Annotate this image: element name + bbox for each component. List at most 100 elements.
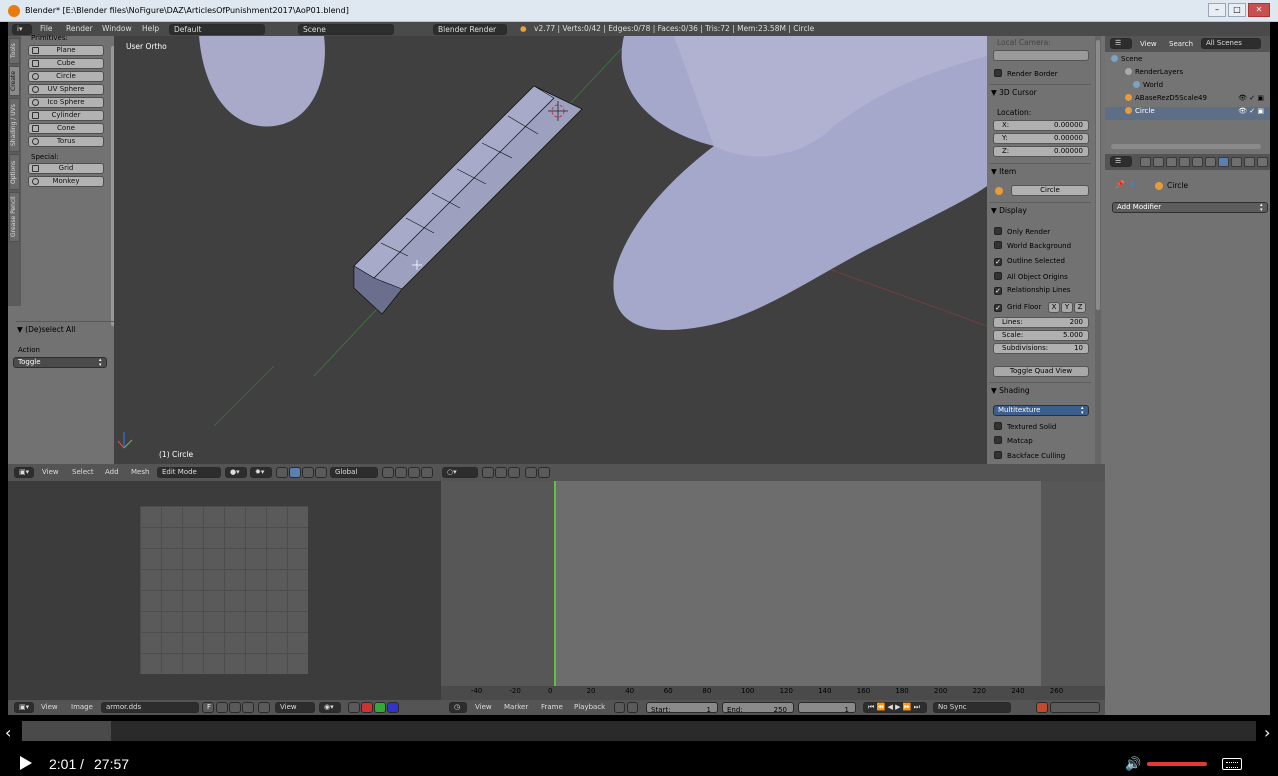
world-background-checkbox[interactable]: World Background bbox=[994, 241, 1071, 250]
volume-icon[interactable]: 🔊 bbox=[1125, 757, 1141, 772]
texture-tab-icon[interactable] bbox=[1257, 157, 1268, 167]
snap-target-icon[interactable] bbox=[508, 467, 520, 478]
viewport-menu-select[interactable]: Select bbox=[72, 468, 94, 476]
scene-select[interactable]: Scene bbox=[298, 23, 394, 35]
outliner-row-circle[interactable]: Circle 👁 ✓ ▣ bbox=[1105, 107, 1270, 120]
add-ico-sphere-button[interactable]: Ico Sphere bbox=[28, 97, 104, 108]
timeline[interactable]: -40 -20 0 20 40 60 80 100 120 140 160 180 200 220 240 2… bbox=[441, 481, 1105, 700]
next-chevron-icon[interactable]: › bbox=[1264, 723, 1270, 742]
add-circle-button[interactable]: Circle bbox=[28, 71, 104, 82]
cursor-x-field[interactable]: X: 0.00000 bbox=[993, 120, 1089, 131]
snap-icon[interactable] bbox=[482, 467, 494, 478]
outliner-row-world[interactable]: World bbox=[1105, 81, 1270, 94]
timeline-menu-view[interactable]: View bbox=[475, 703, 492, 711]
uv-image-editor[interactable] bbox=[8, 481, 441, 700]
channel-green-icon[interactable] bbox=[374, 702, 386, 713]
scene-tab-icon[interactable] bbox=[1166, 157, 1177, 167]
grid-lines-field[interactable]: Lines: 200 bbox=[993, 317, 1089, 328]
render-tab-icon[interactable] bbox=[1140, 157, 1151, 167]
menu-window[interactable]: Window bbox=[102, 24, 132, 33]
outliner-menu-view[interactable]: View bbox=[1140, 40, 1157, 48]
channel-blue-icon[interactable] bbox=[387, 702, 399, 713]
tab-shading-uvs[interactable]: Shading / UVs bbox=[9, 98, 20, 152]
relationship-lines-checkbox[interactable]: ✓ Relationship Lines bbox=[994, 286, 1070, 295]
maximize-button[interactable]: □ bbox=[1228, 3, 1246, 17]
sync-mode-select[interactable]: No Sync bbox=[933, 702, 1011, 713]
menu-help[interactable]: Help bbox=[142, 24, 159, 33]
timeline-ruler[interactable]: -40 -20 0 20 40 60 80 100 120 140 160 180 200 220 240 2… bbox=[441, 686, 1105, 700]
editor-type-info-icon[interactable]: i▾ bbox=[12, 23, 32, 35]
menu-file[interactable]: File bbox=[40, 24, 53, 33]
fake-user-toggle[interactable]: F bbox=[202, 702, 214, 713]
translate-manipulator-icon[interactable] bbox=[289, 467, 301, 478]
volume-slider[interactable] bbox=[1147, 762, 1207, 766]
image-view-select[interactable]: View bbox=[275, 702, 315, 713]
outline-selected-checkbox[interactable]: ✓ Outline Selected bbox=[994, 257, 1065, 266]
add-uv-sphere-button[interactable]: UV Sphere bbox=[28, 84, 104, 95]
add-grid-button[interactable]: Grid bbox=[28, 163, 104, 174]
face-select-icon[interactable] bbox=[421, 467, 433, 478]
pin-icon[interactable]: 📌 bbox=[1115, 180, 1125, 189]
unlink-image-icon[interactable] bbox=[242, 702, 254, 713]
shading-mode-select[interactable]: Multitexture bbox=[993, 405, 1089, 416]
all-object-origins-checkbox[interactable]: All Object Origins bbox=[994, 272, 1068, 281]
add-cone-button[interactable]: Cone bbox=[28, 123, 104, 134]
textured-solid-checkbox[interactable]: Textured Solid bbox=[994, 422, 1056, 431]
axis-y-toggle[interactable]: Y bbox=[1061, 302, 1073, 313]
outliner-menu-search[interactable]: Search bbox=[1169, 40, 1193, 48]
render-preview-icon[interactable] bbox=[525, 467, 537, 478]
image-menu-image[interactable]: Image bbox=[71, 703, 93, 711]
grid-scale-field[interactable]: Scale: 5.000 bbox=[993, 330, 1089, 341]
outliner-scrollbar[interactable] bbox=[1111, 144, 1261, 149]
timeline-menu-playback[interactable]: Playback bbox=[574, 703, 605, 711]
keying-set-select[interactable] bbox=[1050, 702, 1100, 713]
render-animation-icon[interactable] bbox=[538, 467, 550, 478]
toggle-quad-view-button[interactable]: Toggle Quad View bbox=[993, 366, 1089, 377]
menu-render[interactable]: Render bbox=[66, 24, 93, 33]
add-cube-button[interactable]: Cube bbox=[28, 58, 104, 69]
close-button[interactable]: ✕ bbox=[1248, 3, 1270, 17]
display-panel-title[interactable]: ▼ Display bbox=[991, 206, 1027, 215]
local-camera-field[interactable] bbox=[993, 50, 1089, 61]
layer-icon[interactable] bbox=[382, 467, 394, 478]
outliner-editor-type-icon[interactable]: ☰ bbox=[1110, 38, 1132, 49]
previous-chevron-icon[interactable]: ‹ bbox=[5, 723, 11, 742]
object-tab-icon[interactable] bbox=[1192, 157, 1203, 167]
add-torus-button[interactable]: Torus bbox=[28, 136, 104, 147]
tab-options[interactable]: Options bbox=[9, 154, 20, 190]
image-editor-type-icon[interactable]: ▣▾ bbox=[14, 702, 34, 713]
viewport-menu-view[interactable]: View bbox=[42, 468, 59, 476]
channel-rgb-icon[interactable] bbox=[348, 702, 360, 713]
current-frame-field[interactable]: 1 bbox=[798, 702, 856, 714]
new-image-icon[interactable] bbox=[216, 702, 228, 713]
render-engine-select[interactable]: Blender Render bbox=[433, 23, 507, 35]
rotate-manipulator-icon[interactable] bbox=[302, 467, 314, 478]
channel-red-icon[interactable] bbox=[361, 702, 373, 713]
seek-bar[interactable] bbox=[22, 721, 1256, 741]
shading-panel-title[interactable]: ▼ Shading bbox=[991, 386, 1030, 395]
transform-orientation-select[interactable]: Global bbox=[330, 467, 378, 478]
scale-manipulator-icon[interactable] bbox=[315, 467, 327, 478]
action-select[interactable]: Toggle bbox=[13, 357, 107, 368]
material-tab-icon[interactable] bbox=[1244, 157, 1255, 167]
properties-shelf-scrollbar[interactable] bbox=[1095, 36, 1101, 464]
cursor-z-field[interactable]: Z: 0.00000 bbox=[993, 146, 1089, 157]
pivot-select[interactable]: ◉▾ bbox=[319, 702, 341, 713]
auto-keyframe-icon[interactable] bbox=[1036, 702, 1048, 713]
timeline-editor-type-icon[interactable]: ◷ bbox=[449, 702, 467, 713]
pin-image-icon[interactable] bbox=[258, 702, 270, 713]
open-image-icon[interactable] bbox=[229, 702, 241, 713]
only-render-checkbox[interactable]: Only Render bbox=[994, 227, 1050, 236]
viewport-shading-select[interactable]: ●▾ bbox=[225, 467, 247, 478]
axis-z-toggle[interactable]: Z bbox=[1074, 302, 1086, 313]
world-tab-icon[interactable] bbox=[1179, 157, 1190, 167]
tab-grease-pencil[interactable]: Grease Pencil bbox=[9, 192, 20, 242]
preview-range-icon[interactable] bbox=[614, 702, 625, 713]
3d-viewport[interactable]: User Ortho (1) Circle bbox=[114, 36, 987, 464]
axis-x-toggle[interactable]: X bbox=[1048, 302, 1060, 313]
outliner-row-renderlayers[interactable]: RenderLayers bbox=[1105, 68, 1270, 81]
screen-layout-select[interactable]: Default bbox=[169, 23, 265, 35]
proportional-edit-select[interactable]: ○▾ bbox=[442, 467, 478, 478]
lock-range-icon[interactable] bbox=[627, 702, 638, 713]
properties-editor-type-icon[interactable]: ☰ bbox=[1110, 156, 1132, 167]
